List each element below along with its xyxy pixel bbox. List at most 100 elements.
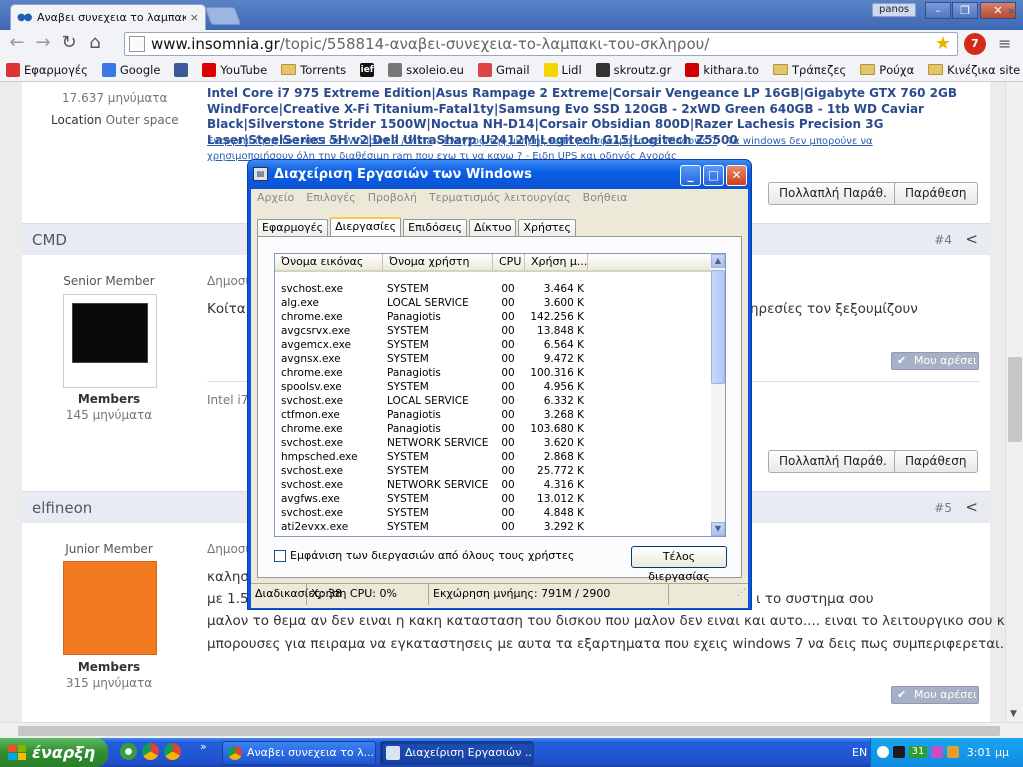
menu-item[interactable]: Αρχείο: [257, 189, 294, 209]
tab-0[interactable]: Εφαρμογές: [257, 219, 329, 237]
chrome-menu-icon[interactable]: ≡: [998, 34, 1011, 53]
page-horizontal-scrollbar[interactable]: [0, 722, 1023, 738]
process-row[interactable]: ati2evxx.exe SYSTEM 00 3.292 K: [275, 520, 713, 534]
process-row[interactable]: avgfws.exe SYSTEM 00 13.012 K: [275, 492, 713, 506]
bookmark-item[interactable]: Lidl: [543, 62, 582, 77]
column-user-name[interactable]: Όνομα χρήστη: [383, 254, 493, 270]
tray-arrow-icon[interactable]: [877, 746, 889, 758]
menu-item[interactable]: Τερματισμός λειτουργίας: [429, 189, 571, 209]
profile-button[interactable]: panos: [872, 3, 917, 17]
process-row[interactable]: svchost.exe NETWORK SERVICE 00 3.620 K: [275, 436, 713, 450]
address-bar[interactable]: www.insomnia.gr /topic/558814-αναβει-συν…: [124, 32, 958, 56]
process-row[interactable]: svchost.exe SYSTEM 00 3.464 K: [275, 282, 713, 296]
clock[interactable]: 3:01 μμ: [967, 746, 1009, 759]
process-list[interactable]: Όνομα εικόνας Όνομα χρήστη CPU Χρήση μ..…: [274, 253, 726, 537]
maximize-button[interactable]: ❐: [952, 2, 978, 19]
bookmark-item[interactable]: Ρούχα: [860, 63, 914, 77]
bookmark-item[interactable]: YouTube: [202, 62, 267, 77]
process-row[interactable]: chrome.exe Panagiotis 00 100.316 K: [275, 366, 713, 380]
back-arrow-icon[interactable]: ←: [4, 32, 30, 56]
multiquote-button[interactable]: Πολλαπλή Παράθ.: [768, 450, 898, 473]
bookmark-item[interactable]: Τράπεζες: [773, 63, 846, 77]
new-tab-button[interactable]: [204, 7, 242, 25]
process-row[interactable]: avgcsrvx.exe SYSTEM 00 13.848 K: [275, 324, 713, 338]
column-cpu[interactable]: CPU: [493, 254, 525, 270]
process-row[interactable]: hmpsched.exe SYSTEM 00 2.868 K: [275, 450, 713, 464]
tab-3[interactable]: Δίκτυο: [469, 219, 517, 237]
bookmark-item[interactable]: Torrents: [281, 63, 346, 77]
process-row[interactable]: chrome.exe Panagiotis 00 142.256 K: [275, 310, 713, 324]
tray-network-icon[interactable]: [947, 746, 959, 758]
process-row[interactable]: alg.exe LOCAL SERVICE 00 3.600 K: [275, 296, 713, 310]
start-button[interactable]: έναρξη: [0, 738, 108, 767]
calendar-icon[interactable]: 31: [909, 746, 927, 758]
page-vertical-scrollbar[interactable]: ▼: [1005, 82, 1023, 722]
tab-close-icon[interactable]: ×: [190, 11, 199, 24]
bookmark-item[interactable]: Gmail: [477, 62, 530, 77]
share-icon[interactable]: <: [965, 230, 978, 248]
show-all-users-checkbox[interactable]: Εμφάνιση των διεργασιών από όλους τους χ…: [274, 549, 574, 562]
quick-launch-overflow-icon[interactable]: »: [200, 740, 207, 753]
menu-item[interactable]: Προβολή: [368, 189, 417, 209]
scrollbar-thumb[interactable]: [18, 726, 1000, 736]
task-manager-titlebar[interactable]: ▤ Διαχείριση Εργασιών των Windows _ □ ✕: [248, 160, 751, 189]
end-process-button[interactable]: Τέλος διεργασίας: [631, 546, 727, 583]
process-row[interactable]: chrome.exe Panagiotis 00 103.680 K: [275, 422, 713, 436]
forward-arrow-icon[interactable]: →: [30, 32, 56, 56]
process-row[interactable]: avgemcx.exe SYSTEM 00 6.564 K: [275, 338, 713, 352]
resize-grip-icon[interactable]: ⋰: [737, 583, 746, 603]
post5-username[interactable]: elfineon: [32, 499, 92, 517]
scroll-down-arrow-icon[interactable]: ▼: [1010, 709, 1017, 719]
task-manager-window[interactable]: ▤ Διαχείριση Εργασιών των Windows _ □ ✕ …: [247, 159, 752, 610]
column-memory[interactable]: Χρήση μ...: [525, 254, 588, 270]
menu-item[interactable]: Επιλογές: [306, 189, 355, 209]
bookmark-item[interactable]: ief: [360, 62, 375, 77]
chrome-icon[interactable]: [142, 743, 159, 760]
menu-item[interactable]: Βοήθεια: [583, 189, 628, 209]
browser-tab[interactable]: ●● Αναβει συνεχεια το λαμπακι ×: [10, 4, 206, 30]
bookmark-item[interactable]: Κινέζικα site: [928, 63, 1020, 77]
quote-button[interactable]: Παράθεση: [894, 182, 978, 205]
checkbox-box[interactable]: [274, 549, 286, 562]
tab-2[interactable]: Επιδόσεις: [403, 219, 467, 237]
bookmark-item[interactable]: skroutz.gr: [595, 62, 671, 77]
bookmark-item[interactable]: sxoleio.eu: [388, 62, 464, 77]
share-icon[interactable]: <: [965, 498, 978, 516]
signature-link-ahci[interactable]: Ενεργοποίηση του AHCI σε Windows 7 / Vis…: [207, 136, 432, 147]
maximize-button[interactable]: □: [703, 165, 724, 186]
tab-4[interactable]: Χρήστες: [518, 219, 576, 237]
process-row[interactable]: spoolsv.exe SYSTEM 00 4.956 K: [275, 380, 713, 394]
bookmark-item[interactable]: kithara.to: [685, 62, 759, 77]
post4-avatar[interactable]: [63, 294, 157, 388]
language-indicator[interactable]: EN: [852, 746, 867, 759]
multiquote-button[interactable]: Πολλαπλή Παράθ.: [768, 182, 898, 205]
post4-number[interactable]: #4: [934, 233, 952, 247]
bookmark-item[interactable]: Εφαρμογές: [6, 62, 88, 77]
post4-like-button[interactable]: ✔ Μου αρέσει: [891, 352, 979, 370]
column-image-name[interactable]: Όνομα εικόνας: [275, 254, 383, 270]
bookmarks-overflow-icon[interactable]: »: [1008, 4, 1015, 18]
process-row[interactable]: ctfmon.exe Panagiotis 00 3.268 K: [275, 408, 713, 422]
post5-like-button[interactable]: ✔ Μου αρέσει: [891, 686, 979, 704]
scrollbar-thumb[interactable]: [711, 270, 725, 384]
process-row[interactable]: svchost.exe SYSTEM 00 25.772 K: [275, 464, 713, 478]
chrome-icon[interactable]: [164, 743, 181, 760]
tab-1[interactable]: Διεργασίες: [330, 217, 402, 238]
close-button[interactable]: ✕: [726, 165, 747, 186]
extension-badge-icon[interactable]: 7: [964, 33, 986, 55]
reload-icon[interactable]: ↻: [56, 32, 82, 56]
taskbar-chrome-button[interactable]: Αναβει συνεχεια το λ...: [222, 741, 376, 765]
bookmark-item[interactable]: [174, 62, 189, 77]
process-list-scrollbar[interactable]: ▲ ▼: [711, 254, 725, 536]
home-icon[interactable]: ⌂: [82, 32, 108, 56]
tray-app-icon[interactable]: [893, 746, 905, 758]
process-row[interactable]: avgnsx.exe SYSTEM 00 9.472 K: [275, 352, 713, 366]
process-row[interactable]: svchost.exe NETWORK SERVICE 00 4.316 K: [275, 478, 713, 492]
scroll-down-arrow-icon[interactable]: ▼: [711, 522, 725, 536]
process-row[interactable]: svchost.exe SYSTEM 00 4.848 K: [275, 506, 713, 520]
scrollbar-thumb[interactable]: [1008, 357, 1022, 442]
post5-avatar[interactable]: [63, 561, 157, 655]
bookmark-item[interactable]: Google: [101, 62, 160, 77]
signature-link-ram[interactable]: Έλεγχος της μνήμης RAM για σφάλματα σε W…: [442, 136, 717, 147]
scroll-up-arrow-icon[interactable]: ▲: [711, 254, 725, 268]
